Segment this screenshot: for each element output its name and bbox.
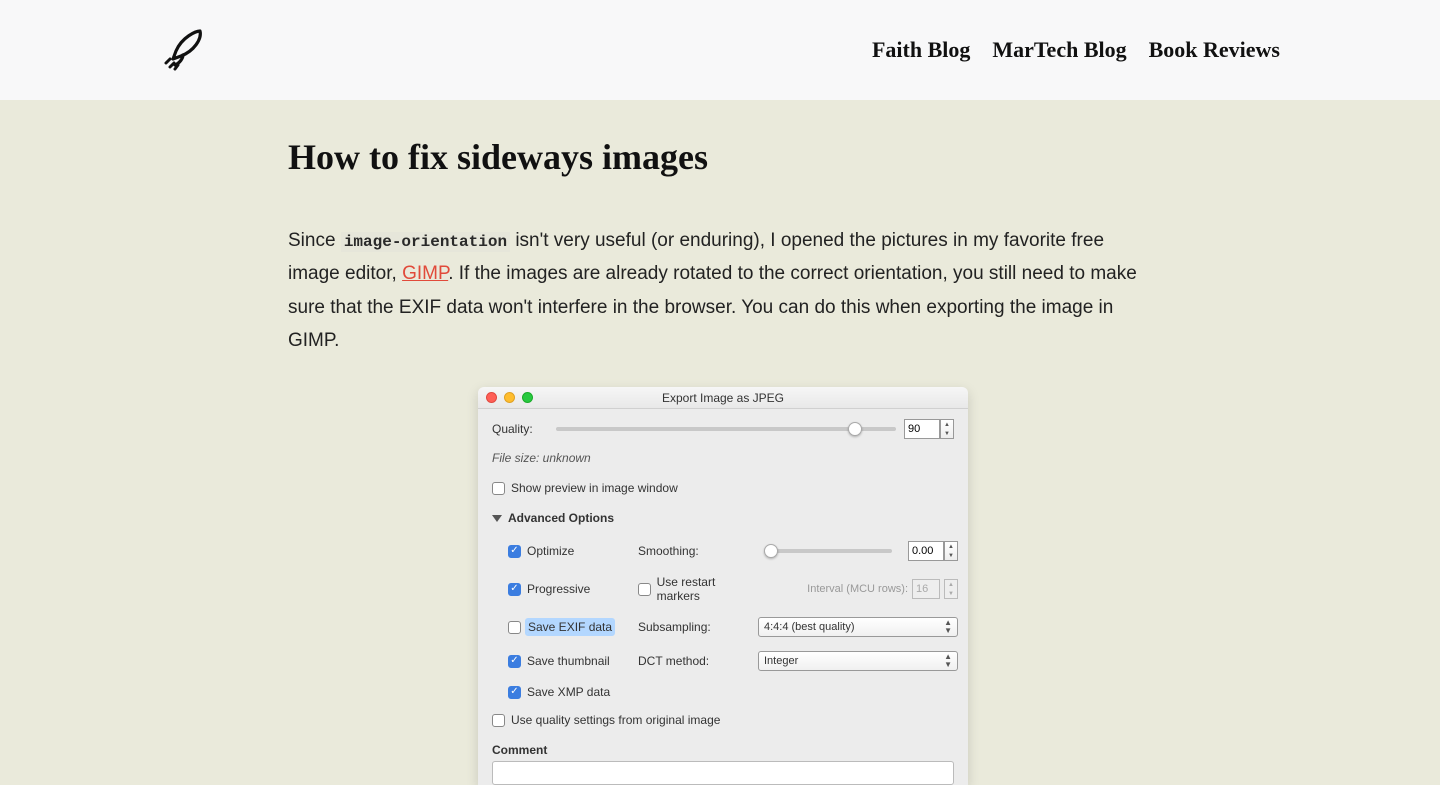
xmp-label: Save XMP data bbox=[527, 685, 610, 699]
thumb-label: Save thumbnail bbox=[527, 654, 610, 668]
dialog-body: Quality: ▲▼ File size: unknown Show prev… bbox=[478, 409, 968, 785]
subsampling-select[interactable]: 4:4:4 (best quality) ▲▼ bbox=[758, 617, 958, 637]
nav-book-reviews[interactable]: Book Reviews bbox=[1149, 37, 1280, 63]
gimp-dialog-figure: Export Image as JPEG Quality: ▲▼ File si… bbox=[478, 387, 968, 785]
select-arrow-icon: ▲▼ bbox=[944, 619, 952, 635]
quality-label: Quality: bbox=[492, 422, 548, 436]
interval-stepper: ▲▼ bbox=[944, 579, 958, 599]
optimize-checkbox[interactable] bbox=[508, 545, 521, 558]
comment-input[interactable] bbox=[492, 761, 954, 785]
preview-checkbox[interactable] bbox=[492, 482, 505, 495]
quality-stepper[interactable]: ▲▼ bbox=[940, 419, 954, 439]
dct-label: DCT method: bbox=[638, 654, 758, 668]
traffic-lights bbox=[486, 392, 533, 403]
chevron-down-icon bbox=[492, 515, 502, 522]
nav-martech-blog[interactable]: MarTech Blog bbox=[992, 37, 1126, 63]
select-arrow-icon: ▲▼ bbox=[944, 653, 952, 669]
inline-code: image-orientation bbox=[341, 232, 510, 252]
article-heading: How to fix sideways images bbox=[288, 136, 1158, 178]
article-paragraph: Since image-orientation isn't very usefu… bbox=[288, 224, 1158, 357]
advanced-body: Optimize Smoothing: ▲▼ Progressive Use r… bbox=[492, 541, 954, 727]
preview-row: Show preview in image window bbox=[492, 481, 954, 495]
smoothing-stepper[interactable]: ▲▼ bbox=[944, 541, 958, 561]
quality-slider[interactable] bbox=[556, 427, 896, 431]
interval-input bbox=[912, 579, 940, 599]
subsampling-value: 4:4:4 (best quality) bbox=[764, 621, 855, 633]
zoom-icon[interactable] bbox=[522, 392, 533, 403]
exif-label: Save EXIF data bbox=[527, 620, 613, 634]
smoothing-input[interactable] bbox=[908, 541, 944, 561]
article-content: How to fix sideways images Since image-o… bbox=[288, 100, 1158, 785]
minimize-icon[interactable] bbox=[504, 392, 515, 403]
close-icon[interactable] bbox=[486, 392, 497, 403]
slider-thumb-icon[interactable] bbox=[764, 544, 778, 558]
site-logo[interactable] bbox=[160, 23, 214, 77]
origquality-checkbox[interactable] bbox=[492, 714, 505, 727]
main-nav: Faith Blog MarTech Blog Book Reviews bbox=[872, 37, 1280, 63]
smoothing-slider[interactable] bbox=[766, 549, 892, 553]
thumb-checkbox[interactable] bbox=[508, 655, 521, 668]
restart-checkbox[interactable] bbox=[638, 583, 651, 596]
dct-select[interactable]: Integer ▲▼ bbox=[758, 651, 958, 671]
comment-label: Comment bbox=[492, 743, 954, 757]
quality-row: Quality: ▲▼ bbox=[492, 419, 954, 439]
optimize-label: Optimize bbox=[527, 544, 574, 558]
dialog-titlebar: Export Image as JPEG bbox=[478, 387, 968, 409]
exif-checkbox[interactable] bbox=[508, 621, 521, 634]
preview-label: Show preview in image window bbox=[511, 481, 678, 495]
advanced-label: Advanced Options bbox=[508, 511, 614, 525]
advanced-toggle[interactable]: Advanced Options bbox=[492, 511, 954, 525]
gimp-link[interactable]: GIMP bbox=[402, 263, 448, 284]
progressive-label: Progressive bbox=[527, 582, 590, 596]
text-fragment: Since bbox=[288, 230, 341, 251]
filesize-label: File size: unknown bbox=[492, 451, 954, 465]
rocket-icon bbox=[160, 23, 214, 77]
restart-label: Use restart markers bbox=[657, 575, 758, 603]
dct-value: Integer bbox=[764, 655, 798, 667]
xmp-checkbox[interactable] bbox=[508, 686, 521, 699]
nav-faith-blog[interactable]: Faith Blog bbox=[872, 37, 970, 63]
quality-input[interactable] bbox=[904, 419, 940, 439]
header-bar: Faith Blog MarTech Blog Book Reviews bbox=[0, 0, 1440, 100]
slider-thumb-icon[interactable] bbox=[848, 422, 862, 436]
smoothing-label: Smoothing: bbox=[638, 544, 758, 558]
progressive-checkbox[interactable] bbox=[508, 583, 521, 596]
interval-label: Interval (MCU rows): bbox=[807, 583, 908, 595]
origquality-label: Use quality settings from original image bbox=[511, 713, 720, 727]
subsampling-label: Subsampling: bbox=[638, 620, 758, 634]
dialog-title: Export Image as JPEG bbox=[662, 391, 784, 405]
